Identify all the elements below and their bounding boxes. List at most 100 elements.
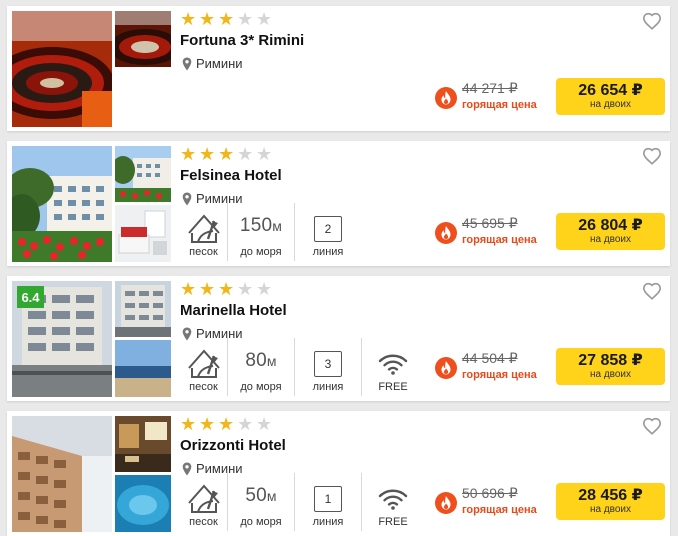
hotel-features: песок 50м до моря 1 линия FREE [180, 473, 424, 531]
price-button[interactable]: 26 804 ₽ на двоих [556, 213, 665, 250]
star-icon: ★ [199, 9, 216, 30]
hot-price-label: горящая цена [462, 234, 537, 246]
star-icon: ★ [256, 9, 273, 30]
sand-beach-icon [187, 346, 221, 380]
location-label: Римини [196, 56, 243, 71]
feature-distance: 50м до моря [227, 473, 294, 531]
hotel-photo-thumb[interactable] [115, 205, 171, 262]
star-icon: ★ [256, 279, 273, 300]
price-button[interactable]: 26 654 ₽ на двоих [556, 78, 665, 115]
hotel-features: песок 80м до моря 3 линия FREE [180, 338, 424, 396]
price-note: на двоих [589, 504, 632, 515]
distance-unit: м [266, 353, 277, 369]
hotel-card[interactable]: ★ ★ ★ ★ ★ Felsinea Hotel Римини песок 150м д… [7, 141, 670, 266]
hotel-photo-main[interactable] [12, 146, 112, 262]
distance-label: до моря [240, 246, 282, 258]
hot-price-label: горящая цена [462, 99, 537, 111]
star-rating: ★ ★ ★ ★ ★ [180, 146, 275, 164]
line-number: 1 [314, 486, 342, 512]
price-area: 45 695 ₽ горящая цена 26 804 ₽ на двоих [435, 213, 665, 253]
price-area: 50 696 ₽ горящая цена 28 456 ₽ на двоих [435, 483, 665, 523]
hotel-features: песок 150м до моря 2 линия [180, 203, 361, 261]
feature-line: 2 линия [294, 203, 361, 261]
wifi-label: FREE [378, 516, 408, 528]
star-icon: ★ [237, 414, 254, 435]
hot-price-label: горящая цена [462, 504, 537, 516]
feature-beach-type: песок [180, 203, 227, 261]
star-icon: ★ [218, 414, 235, 435]
fire-icon [435, 87, 457, 109]
star-icon: ★ [180, 279, 197, 300]
price-value: 28 456 ₽ [578, 487, 643, 504]
star-icon: ★ [218, 144, 235, 165]
hotel-location: Римини [182, 56, 243, 71]
hotel-photo-thumb[interactable] [115, 416, 171, 472]
star-icon: ★ [237, 144, 254, 165]
line-label: линия [312, 381, 344, 393]
hotel-photo-thumb[interactable] [115, 340, 171, 397]
wifi-icon [378, 352, 408, 376]
old-price: 45 695 ₽ [462, 215, 518, 231]
hotel-name[interactable]: Felsinea Hotel [180, 167, 282, 184]
hotel-photo-thumb[interactable] [115, 11, 171, 67]
favorite-heart-icon[interactable] [642, 147, 662, 165]
star-icon: ★ [199, 144, 216, 165]
old-price: 50 696 ₽ [462, 485, 518, 501]
distance-label: до моря [240, 516, 282, 528]
star-rating: ★ ★ ★ ★ ★ [180, 11, 275, 29]
sand-beach-icon [187, 481, 221, 515]
star-icon: ★ [199, 279, 216, 300]
star-icon: ★ [180, 144, 197, 165]
hotel-photo-thumb[interactable] [115, 475, 171, 532]
beach-type-label: песок [189, 246, 218, 258]
distance-unit: м [266, 488, 277, 504]
feature-beach-type: песок [180, 338, 227, 396]
sand-beach-icon [187, 211, 221, 245]
distance-unit: м [272, 218, 283, 234]
hotel-name[interactable]: Marinella Hotel [180, 302, 287, 319]
hot-price-label: горящая цена [462, 369, 537, 381]
beach-type-label: песок [189, 516, 218, 528]
star-rating: ★ ★ ★ ★ ★ [180, 281, 275, 299]
price-note: на двоих [589, 234, 632, 245]
old-price: 44 504 ₽ [462, 350, 518, 366]
hotel-name[interactable]: Fortuna 3* Rimini [180, 32, 304, 49]
hotel-card[interactable]: 6.4 ★ ★ ★ ★ ★ Marinella Hotel Римини песок 8… [7, 276, 670, 401]
fire-icon [435, 357, 457, 379]
star-icon: ★ [256, 414, 273, 435]
beach-type-label: песок [189, 381, 218, 393]
line-label: линия [312, 246, 344, 258]
line-label: линия [312, 516, 344, 528]
line-number: 3 [314, 351, 342, 377]
star-icon: ★ [256, 144, 273, 165]
star-icon: ★ [180, 414, 197, 435]
star-icon: ★ [180, 9, 197, 30]
price-area: 44 271 ₽ горящая цена 26 654 ₽ на двоих [435, 78, 665, 118]
feature-line: 3 линия [294, 338, 361, 396]
old-price: 44 271 ₽ [462, 80, 518, 96]
hotel-photo-main[interactable] [12, 416, 112, 532]
hotel-card[interactable]: ★ ★ ★ ★ ★ Orizzonti Hotel Римини песок 50м д… [7, 411, 670, 536]
distance-value: 80 [245, 350, 267, 371]
favorite-heart-icon[interactable] [642, 417, 662, 435]
hotel-photo-thumb[interactable] [115, 146, 171, 202]
price-note: на двоих [589, 369, 632, 380]
hotel-photo-thumb[interactable] [115, 281, 171, 337]
favorite-heart-icon[interactable] [642, 12, 662, 30]
star-icon: ★ [218, 279, 235, 300]
feature-distance: 150м до моря [227, 203, 294, 261]
price-button[interactable]: 28 456 ₽ на двоих [556, 483, 665, 520]
star-icon: ★ [218, 9, 235, 30]
map-pin-icon [182, 57, 192, 71]
hotel-card[interactable]: ★ ★ ★ ★ ★ Fortuna 3* Rimini Римини 44 271 ₽ … [7, 6, 670, 131]
feature-beach-type: песок [180, 473, 227, 531]
hotel-photo-main[interactable]: 6.4 [12, 281, 112, 397]
price-value: 26 804 ₽ [578, 217, 643, 234]
price-button[interactable]: 27 858 ₽ на двоих [556, 348, 665, 385]
hotel-name[interactable]: Orizzonti Hotel [180, 437, 286, 454]
hotel-photo-main[interactable] [12, 11, 112, 127]
favorite-heart-icon[interactable] [642, 282, 662, 300]
distance-label: до моря [240, 381, 282, 393]
star-icon: ★ [237, 279, 254, 300]
feature-wifi: FREE [361, 338, 424, 396]
